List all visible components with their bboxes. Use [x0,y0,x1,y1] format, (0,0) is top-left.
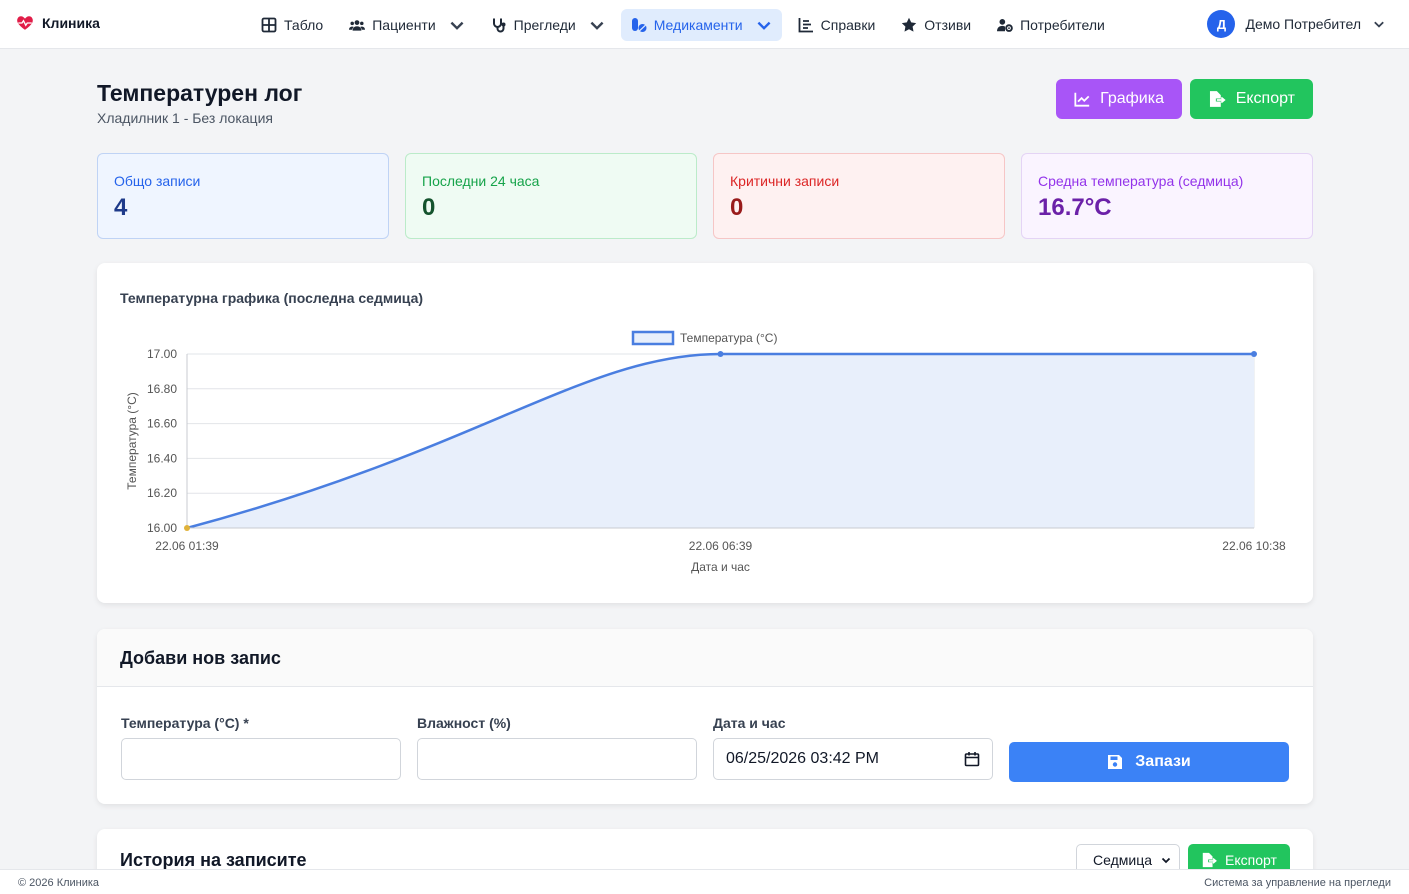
stat-label: Критични записи [730,173,840,189]
nav-item-reports[interactable]: Справки [788,9,886,41]
page-subtitle: Хладилник 1 - Без локация [97,110,273,126]
footer-system-name: Система за управление на прегледи [1204,877,1391,889]
y-tick-label: 16.80 [147,382,177,396]
x-tick-label: 22.06 10:38 [1222,539,1286,553]
series-area [187,354,1254,528]
user-name: Демо Потребител [1245,16,1361,32]
period-select-value: Седмица [1093,852,1153,868]
main-menu: Табло Пациенти Прегледи Медикаменти Спра… [251,9,1121,41]
stat-card-last-24h: Последни 24 часа 0 [405,153,697,239]
file-export-icon [1202,852,1217,868]
stat-card-total: Общо записи 4 [97,153,389,239]
temperature-label: Температура (°C) * [121,715,249,731]
nav-item-label: Медикаменти [653,17,743,33]
y-axis-label: Температура (°C) [125,392,139,489]
export-button-label: Експорт [1235,90,1295,107]
temperature-field: Температура (°C) * [121,715,401,780]
chevron-down-icon [590,21,604,30]
y-tick-label: 16.60 [147,417,177,431]
y-tick-label: 16.40 [147,451,177,465]
temperature-input[interactable] [121,738,401,780]
chart-button[interactable]: Графика [1056,79,1182,119]
users-icon [349,20,366,31]
heart-pulse-icon [17,16,33,30]
chart-list-icon [798,18,813,33]
brand[interactable]: Клиника [16,14,100,32]
stat-label: Средна температура (седмица) [1038,173,1244,189]
floppy-disk-icon [1108,755,1123,769]
legend-label: Температура (°C) [680,331,777,345]
footer-copyright: © 2026 Клиника [18,877,100,889]
temperature-chart: 17.00 16.80 16.60 16.40 16.20 16.00 22.06 01:3… [125,330,1286,574]
pills-icon [631,18,647,32]
chevron-down-icon [1374,21,1384,28]
x-tick-label: 22.06 06:39 [689,539,753,553]
history-title: История на записите [120,850,307,870]
chevron-down-icon [450,21,464,30]
stat-value: 4 [114,194,128,221]
chevron-down-icon [757,21,771,30]
user-menu[interactable]: Д Демо Потребител [1207,10,1385,38]
chart-card: Температурна графика (последна седмица) … [97,263,1313,603]
stat-card-critical: Критични записи 0 [713,153,1005,239]
nav-item-label: Табло [284,17,324,33]
grid-icon [261,17,277,33]
nav-item-users[interactable]: Потребители [987,9,1115,41]
legend-swatch [631,330,675,346]
file-export-icon [1209,91,1226,107]
datetime-value: 06/25/2026 03:42 PM [726,750,880,767]
footer: © 2026 Клиника Система за управление на … [0,869,1409,894]
stat-label: Общо записи [114,173,201,189]
humidity-field: Влажност (%) [417,715,697,780]
nav-item-medications[interactable]: Медикаменти [620,9,782,41]
datetime-label: Дата и час [713,715,786,731]
top-navbar: Клиника Табло Пациенти Прегледи Медикаме… [0,0,1409,49]
y-tick-label: 16.00 [147,521,177,535]
chart-button-label: Графика [1100,90,1164,107]
stat-card-avg-temp: Средна температура (седмица) 16.7°C [1021,153,1313,239]
nav-item-label: Отзиви [924,17,972,33]
nav-item-label: Прегледи [513,17,576,33]
page-title: Температурен лог [97,80,303,106]
stethoscope-icon [492,18,506,33]
humidity-label: Влажност (%) [417,715,511,731]
stat-value: 0 [422,194,436,221]
avatar: Д [1207,10,1236,38]
y-tick-label: 16.20 [147,486,177,500]
form-title: Добави нов запис [97,629,1313,687]
nav-item-reviews[interactable]: Отзиви [891,9,981,41]
humidity-input[interactable] [417,738,697,780]
star-icon [902,17,917,32]
nav-item-label: Справки [820,17,876,33]
add-record-card: Добави нов запис Температура (°C) * Влаж… [97,629,1313,804]
nav-item-label: Пациенти [372,17,436,33]
datetime-input[interactable]: 06/25/2026 03:42 PM [713,738,993,780]
page-header: Температурен лог Хладилник 1 - Без локац… [97,80,302,126]
chevron-down-icon [1161,857,1171,864]
brand-name: Клиника [42,15,100,31]
history-export-label: Експорт [1225,852,1277,868]
datetime-field: Дата и час 06/25/2026 03:42 PM [713,715,993,780]
data-point [1251,351,1257,357]
nav-item-dashboard[interactable]: Табло [251,9,333,41]
nav-item-label: Потребители [1020,17,1105,33]
y-tick-label: 17.00 [147,347,177,361]
save-button-label: Запази [1135,753,1191,770]
stat-value: 16.7°C [1038,194,1112,221]
line-chart-icon [1074,92,1090,107]
nav-item-patients[interactable]: Пациенти [339,9,474,41]
export-button[interactable]: Експорт [1190,79,1313,119]
users-gear-icon [997,19,1013,32]
save-button[interactable]: Запази [1009,742,1289,782]
stat-value: 0 [730,194,744,221]
x-tick-label: 22.06 01:39 [155,539,219,553]
stat-label: Последни 24 часа [422,173,540,189]
nav-item-examinations[interactable]: Прегледи [481,9,615,41]
data-point [184,525,190,531]
x-axis-label: Дата и час [691,560,750,574]
data-point [717,351,724,357]
calendar-icon[interactable] [964,751,980,767]
